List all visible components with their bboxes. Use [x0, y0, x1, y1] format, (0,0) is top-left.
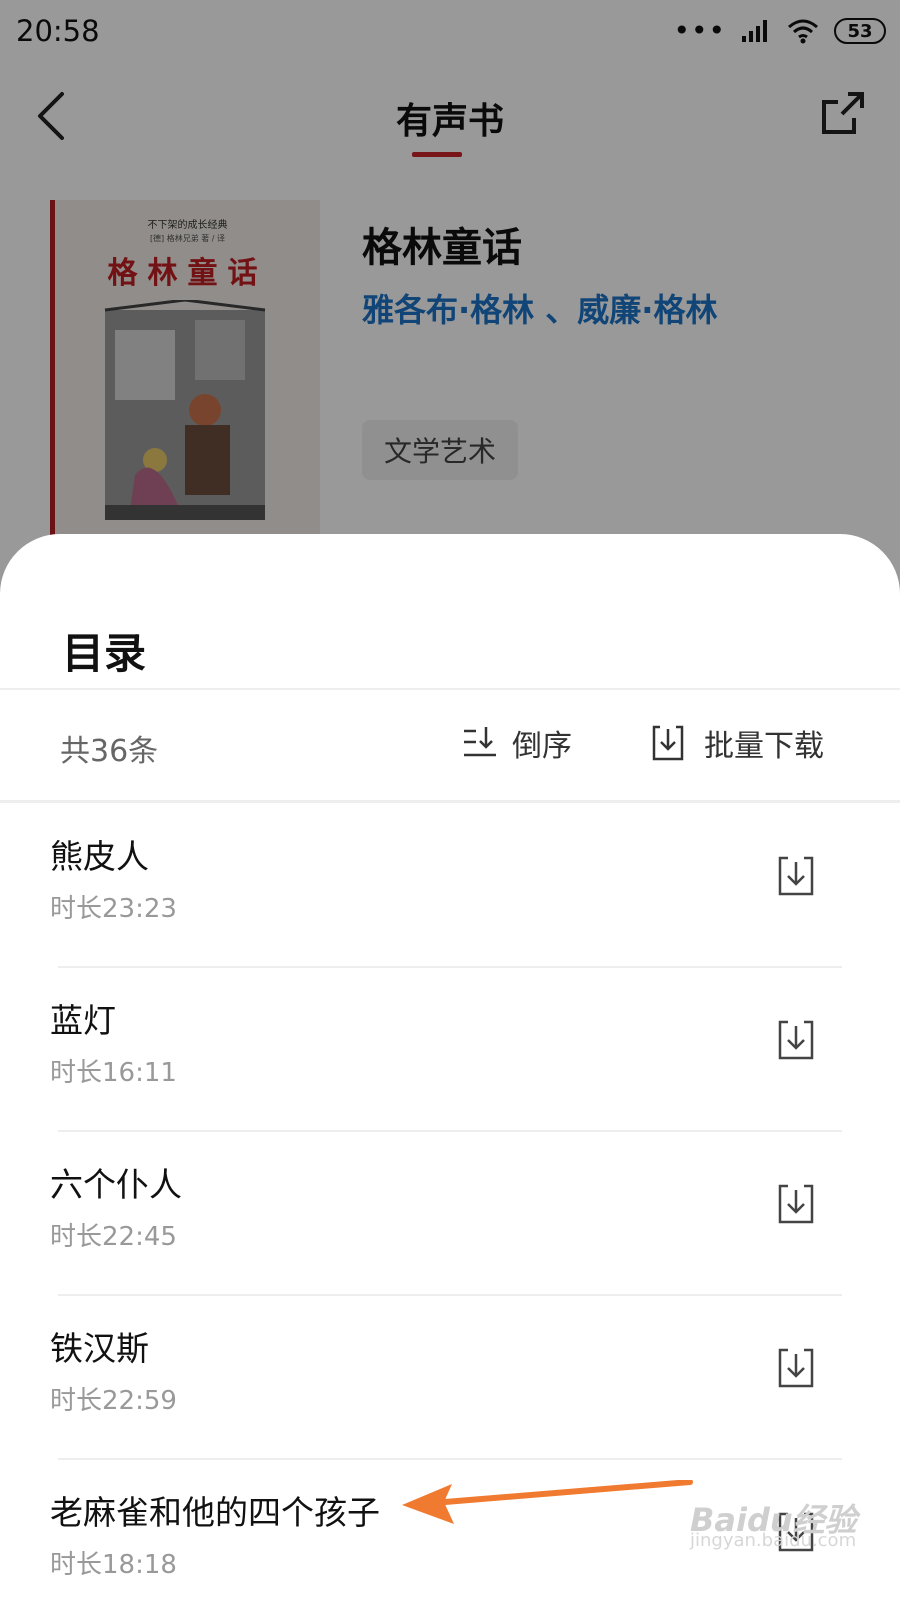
watermark-url: jingyan.baidu.com — [690, 1530, 857, 1551]
list-item[interactable]: 六个仆人 时长22:45 — [0, 1132, 900, 1296]
episode-title: 铁汉斯 — [50, 1329, 149, 1368]
catalog-sheet: 目录 共36条 倒序 批量下载 熊皮人 时长23:23 蓝灯 时长16:11 六… — [0, 534, 900, 1600]
episode-duration: 时长23:23 — [50, 894, 177, 924]
sheet-title: 目录 — [62, 629, 147, 678]
annotation-arrow-icon — [402, 1480, 693, 1524]
episode-title: 熊皮人 — [50, 837, 149, 876]
sort-label: 倒序 — [512, 729, 572, 764]
episode-title: 六个仆人 — [50, 1165, 182, 1204]
batch-download-label: 批量下载 — [704, 729, 824, 764]
episode-count: 共36条 — [60, 734, 159, 769]
batch-download-icon — [652, 725, 684, 761]
download-icon[interactable] — [776, 1182, 816, 1226]
batch-download-button[interactable]: 批量下载 — [650, 718, 824, 768]
download-icon[interactable] — [776, 854, 816, 898]
episode-title: 蓝灯 — [50, 1001, 116, 1040]
divider — [0, 800, 900, 803]
episode-duration: 时长22:45 — [50, 1222, 177, 1252]
episode-duration: 时长18:18 — [50, 1550, 177, 1580]
download-icon[interactable] — [776, 1018, 816, 1062]
episode-duration: 时长22:59 — [50, 1386, 177, 1416]
list-item[interactable]: 蓝灯 时长16:11 — [0, 968, 900, 1132]
catalog-toolbar: 共36条 倒序 批量下载 — [0, 690, 900, 800]
sort-button[interactable]: 倒序 — [462, 718, 572, 768]
list-item[interactable]: 铁汉斯 时长22:59 — [0, 1296, 900, 1460]
episode-title: 老麻雀和他的四个孩子 — [50, 1493, 380, 1532]
list-item[interactable]: 熊皮人 时长23:23 — [0, 804, 900, 968]
episode-duration: 时长16:11 — [50, 1058, 177, 1088]
download-icon[interactable] — [776, 1346, 816, 1390]
sort-icon — [464, 727, 496, 757]
